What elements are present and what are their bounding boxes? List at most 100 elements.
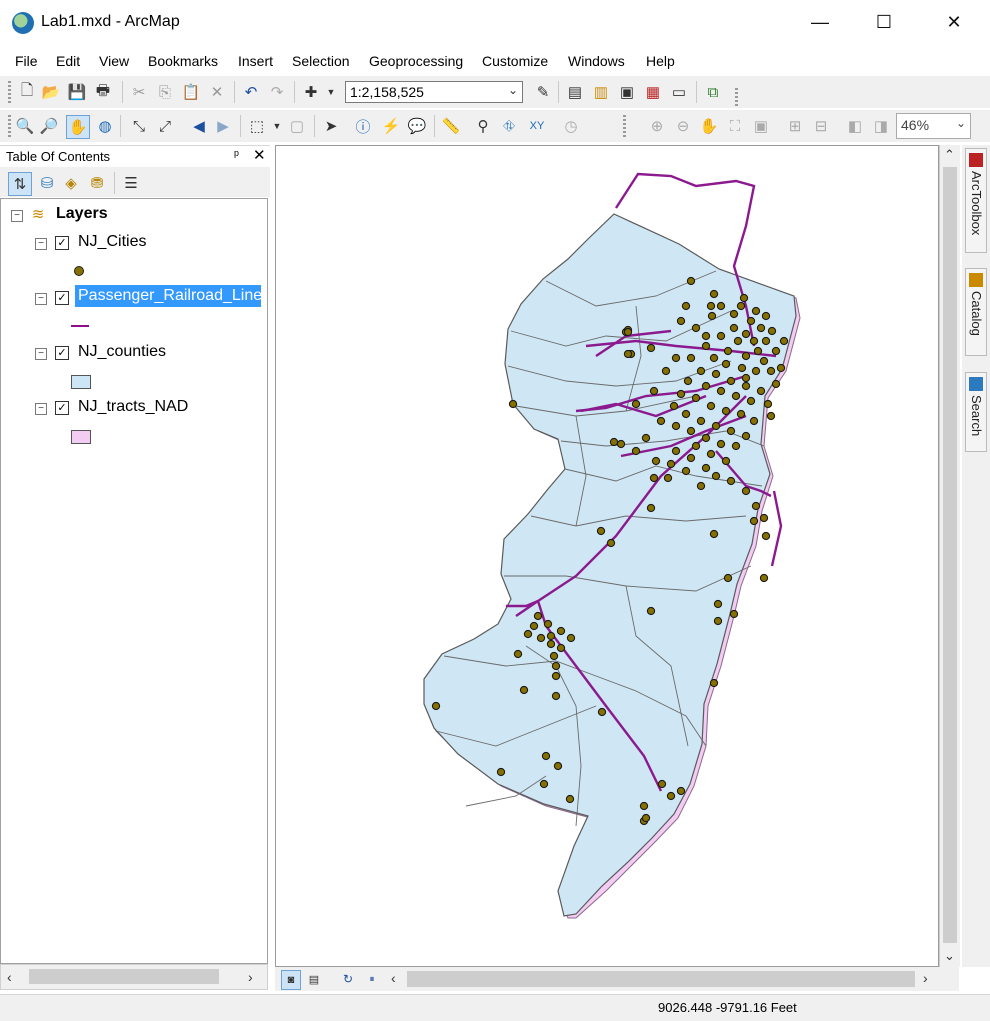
toolbar-grip[interactable] bbox=[8, 81, 11, 103]
scroll-right-icon[interactable]: › bbox=[248, 969, 253, 985]
scrollbar-thumb[interactable] bbox=[29, 969, 219, 984]
layout-back-icon[interactable]: ◧ bbox=[846, 117, 864, 135]
chevron-down-icon[interactable]: ▼ bbox=[322, 83, 340, 101]
identify-icon[interactable]: ⓘ bbox=[354, 117, 372, 136]
zoom-100-icon[interactable]: ▣ bbox=[752, 117, 770, 135]
pin-icon[interactable]: ᵖ bbox=[234, 147, 239, 162]
fixed-zoom-in-icon[interactable]: ⤡ bbox=[130, 117, 148, 135]
redo-icon[interactable]: ↷ bbox=[268, 83, 286, 101]
line-symbol-icon[interactable] bbox=[71, 325, 89, 327]
menu-customize[interactable]: Customize bbox=[482, 53, 548, 69]
find-route-icon[interactable]: ⛗ bbox=[500, 117, 518, 135]
layer-visibility-checkbox[interactable]: ✓ bbox=[55, 236, 69, 250]
scroll-left-icon[interactable]: ‹ bbox=[7, 969, 12, 985]
html-popup-icon[interactable]: 💬 bbox=[408, 117, 427, 135]
new-document-icon[interactable]: 🗋 bbox=[18, 82, 36, 101]
delete-icon[interactable]: ✕ bbox=[208, 83, 226, 101]
scroll-down-icon[interactable]: ⌄ bbox=[944, 948, 955, 964]
toc-horizontal-scrollbar[interactable]: ‹ › bbox=[0, 964, 268, 990]
chevron-down-icon[interactable]: ⌄ bbox=[508, 83, 518, 97]
layout-pan-icon[interactable]: ✋ bbox=[700, 117, 719, 135]
layer-name-nj-tracts-nad[interactable]: NJ_tracts_NAD bbox=[78, 398, 188, 416]
layout-zoom-in-icon[interactable]: ⊕ bbox=[648, 117, 666, 135]
python-window-icon[interactable]: ▭ bbox=[670, 83, 688, 101]
layer-name-nj-counties[interactable]: NJ_counties bbox=[78, 343, 166, 361]
menu-file[interactable]: File bbox=[15, 53, 38, 69]
data-frame-label[interactable]: Layers bbox=[56, 205, 108, 223]
layer-visibility-checkbox[interactable]: ✓ bbox=[55, 291, 69, 305]
open-folder-icon[interactable]: 📂 bbox=[42, 83, 61, 101]
menu-selection[interactable]: Selection bbox=[292, 53, 350, 69]
add-data-icon[interactable]: ✚ bbox=[302, 83, 320, 101]
table-of-contents-window-icon[interactable]: ▤ bbox=[566, 83, 584, 101]
layer-name-passenger-railroad-line[interactable]: Passenger_Railroad_Line bbox=[75, 285, 261, 307]
list-by-selection-icon[interactable]: ⛃ bbox=[88, 174, 106, 192]
hyperlink-icon[interactable]: ⚡ bbox=[382, 117, 401, 135]
zoom-whole-page-icon[interactable]: ⛶ bbox=[726, 117, 744, 135]
layout-zoom-out-icon[interactable]: ⊖ bbox=[674, 117, 692, 135]
undo-icon[interactable]: ↶ bbox=[242, 83, 260, 101]
map-display[interactable] bbox=[275, 145, 939, 967]
polygon-symbol-icon[interactable] bbox=[71, 375, 91, 389]
refresh-icon[interactable]: ↻ bbox=[339, 970, 357, 988]
menu-edit[interactable]: Edit bbox=[56, 53, 80, 69]
chevron-down-icon[interactable]: ▼ bbox=[268, 117, 286, 135]
layer-visibility-checkbox[interactable]: ✓ bbox=[55, 401, 69, 415]
collapse-icon[interactable]: − bbox=[35, 403, 47, 415]
copy-icon[interactable]: ⎘ bbox=[156, 83, 174, 101]
toolbar-grip[interactable] bbox=[8, 115, 11, 137]
save-icon[interactable]: 💾 bbox=[68, 83, 87, 101]
fixed-zoom-out-icon[interactable]: ⤢ bbox=[156, 117, 174, 135]
full-extent-globe-icon[interactable]: ◍ bbox=[96, 117, 114, 135]
editor-toolbar-icon[interactable]: ✎ bbox=[534, 83, 552, 101]
scrollbar-thumb[interactable] bbox=[943, 167, 957, 943]
measure-icon[interactable]: 📏 bbox=[442, 117, 461, 135]
list-by-drawing-order-icon[interactable]: ⇅ bbox=[8, 172, 32, 196]
fixed-zoom-out-layout-icon[interactable]: ⊟ bbox=[812, 117, 830, 135]
nj-map-canvas[interactable] bbox=[276, 146, 939, 967]
cut-icon[interactable]: ✂ bbox=[130, 83, 148, 101]
find-binoculars-icon[interactable]: ⚲ bbox=[474, 117, 492, 135]
map-scale-dropdown[interactable]: 1:2,158,525 ⌄ bbox=[345, 81, 523, 103]
layout-forward-icon[interactable]: ◨ bbox=[872, 117, 890, 135]
scroll-up-icon[interactable]: ⌃ bbox=[944, 147, 955, 163]
menu-bookmarks[interactable]: Bookmarks bbox=[148, 53, 218, 69]
scroll-left-icon[interactable]: ‹ bbox=[391, 970, 396, 986]
go-to-xy-icon[interactable]: XY bbox=[528, 117, 546, 135]
collapse-icon[interactable]: − bbox=[11, 210, 23, 222]
zoom-in-icon[interactable]: 🔍 bbox=[16, 117, 35, 135]
minimize-button[interactable]: — bbox=[797, 0, 843, 44]
collapse-icon[interactable]: − bbox=[35, 348, 47, 360]
arctoolbox-tab[interactable]: ArcToolbox bbox=[965, 148, 987, 253]
select-elements-arrow-icon[interactable]: ➤ bbox=[322, 117, 340, 135]
search-window-icon[interactable]: ▣ bbox=[618, 83, 636, 101]
scroll-right-icon[interactable]: › bbox=[923, 970, 928, 986]
toc-close-icon[interactable]: ✕ bbox=[253, 146, 266, 164]
toolbar-grip[interactable] bbox=[623, 115, 626, 137]
search-tab[interactable]: Search bbox=[965, 372, 987, 452]
layer-name-nj-cities[interactable]: NJ_Cities bbox=[78, 233, 146, 251]
map-vertical-scrollbar[interactable]: ⌃ ⌄ bbox=[939, 145, 960, 967]
select-features-icon[interactable]: ⬚ bbox=[248, 117, 266, 135]
zoom-out-icon[interactable]: 🔎 bbox=[40, 117, 59, 135]
previous-extent-icon[interactable]: ◀ bbox=[190, 117, 208, 135]
fixed-zoom-in-layout-icon[interactable]: ⊞ bbox=[786, 117, 804, 135]
layout-zoom-dropdown[interactable]: 46% ⌄ bbox=[896, 113, 971, 139]
catalog-tab[interactable]: Catalog bbox=[965, 268, 987, 356]
collapse-icon[interactable]: − bbox=[35, 238, 47, 250]
pause-drawing-icon[interactable]: ⏸ bbox=[363, 970, 381, 988]
layer-visibility-checkbox[interactable]: ✓ bbox=[55, 346, 69, 360]
arctoolbox-icon[interactable]: ▦ bbox=[644, 83, 662, 101]
modelbuilder-icon[interactable]: ⧉ bbox=[704, 83, 722, 101]
time-slider-icon[interactable]: ◷ bbox=[562, 117, 580, 135]
collapse-icon[interactable]: − bbox=[35, 293, 47, 305]
clear-selection-icon[interactable]: ▢ bbox=[288, 117, 306, 135]
print-icon[interactable]: 🖶 bbox=[94, 82, 112, 101]
paste-icon[interactable]: 📋 bbox=[182, 83, 201, 101]
list-by-source-icon[interactable]: ⛁ bbox=[38, 174, 56, 192]
scrollbar-thumb[interactable] bbox=[407, 971, 915, 987]
menu-windows[interactable]: Windows bbox=[568, 53, 625, 69]
menu-geoprocessing[interactable]: Geoprocessing bbox=[369, 53, 463, 69]
point-symbol-icon[interactable] bbox=[74, 266, 84, 276]
layout-view-icon[interactable]: ▤ bbox=[305, 970, 323, 988]
